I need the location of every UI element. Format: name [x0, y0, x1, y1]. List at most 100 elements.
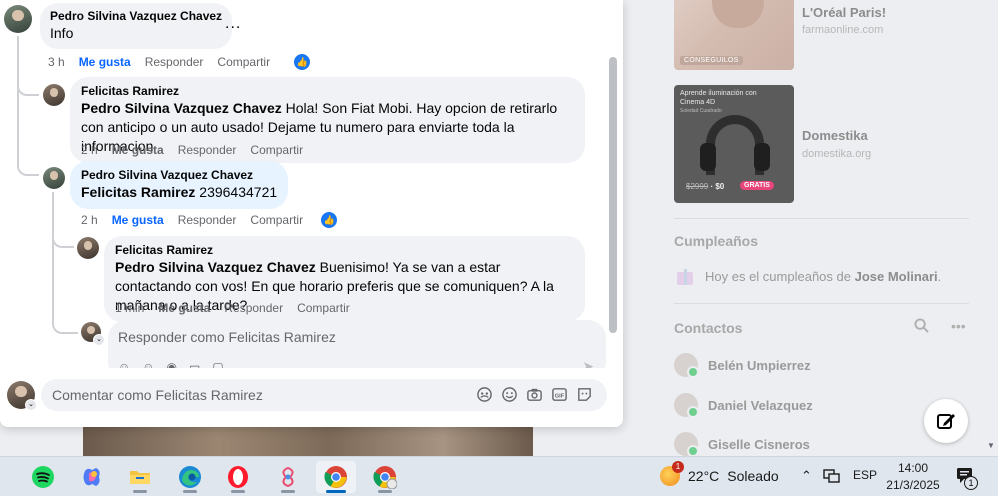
comment-author[interactable]: Felicitas Ramirez: [115, 243, 574, 257]
like-button[interactable]: Me gusta: [112, 213, 164, 227]
camera-icon[interactable]: ◉: [167, 360, 177, 368]
emoji-icon[interactable]: [501, 386, 518, 403]
right-sidebar: CONSEGUILOS L'Oréal Paris! farmaonline.c…: [656, 0, 998, 457]
comment-options-button[interactable]: ...: [225, 15, 241, 33]
avatar-sticker-icon[interactable]: [476, 386, 493, 403]
new-message-button[interactable]: [924, 399, 968, 443]
chevron-down-icon[interactable]: ⌄: [25, 399, 37, 411]
mention-link[interactable]: Felicitas Ramirez: [81, 184, 195, 200]
gif-icon[interactable]: ▭: [189, 360, 200, 368]
scroll-down-arrow[interactable]: ▼: [987, 441, 995, 450]
avatar[interactable]: [4, 5, 32, 33]
sticker-icon[interactable]: [576, 386, 593, 403]
share-button[interactable]: Compartir: [250, 143, 303, 157]
ad-image-domestika[interactable]: Aprende iluminación con Cinema 4D Soleda…: [674, 85, 794, 203]
taskbar-mirage-app[interactable]: [268, 461, 308, 493]
comment-input[interactable]: Comentar como Felicitas Ramirez GIF: [41, 379, 607, 411]
reply-button[interactable]: Responder: [178, 213, 237, 227]
comment-time[interactable]: 2 h: [81, 143, 98, 157]
taskbar-opera[interactable]: [218, 461, 258, 493]
post-photo: [83, 426, 533, 456]
reply-input[interactable]: Responder como Felicitas Ramirez ☺ ☺ ◉ ▭…: [108, 320, 606, 368]
share-button[interactable]: Compartir: [250, 213, 303, 227]
like-button[interactable]: Me gusta: [79, 55, 131, 69]
notifications-count: 1: [964, 476, 978, 490]
mention-link[interactable]: Pedro Silvina Vazquez Chavez: [81, 100, 282, 116]
reply-button[interactable]: Responder: [178, 143, 237, 157]
comment-author[interactable]: Pedro Silvina Vazquez Chavez: [81, 168, 277, 182]
chrome-profile-icon: [373, 466, 397, 489]
weather-temp: 22°C: [688, 468, 720, 484]
chevron-down-icon[interactable]: ⌄: [93, 334, 105, 346]
ad-title-domestika[interactable]: Domestika: [802, 128, 868, 143]
ad-domain-loreal: farmaonline.com: [802, 24, 884, 36]
comment-composer: ⌄ Comentar como Felicitas Ramirez GIF: [0, 368, 623, 427]
sun-icon: 1: [660, 461, 684, 486]
birthday-name: Jose Molinari: [854, 268, 938, 284]
emoji-icon[interactable]: ☺: [142, 360, 154, 368]
taskbar-edge[interactable]: [170, 461, 210, 493]
search-icon[interactable]: [914, 318, 929, 336]
network-icon[interactable]: [823, 469, 841, 483]
like-reaction-icon[interactable]: 👍: [294, 54, 311, 70]
contacts-title: Contactos: [674, 320, 743, 336]
more-options-icon[interactable]: •••: [951, 318, 966, 336]
copilot-icon: [83, 468, 100, 486]
reply-button[interactable]: Responder: [145, 55, 204, 69]
comment-time[interactable]: 1 min: [115, 301, 144, 315]
avatar[interactable]: [77, 237, 99, 259]
comment-author[interactable]: Pedro Silvina Vazquez Chavez: [50, 9, 222, 23]
contact-item[interactable]: Daniel Velazquez: [674, 393, 813, 418]
gif-icon[interactable]: GIF: [551, 386, 568, 403]
taskbar-chrome-profile[interactable]: [365, 461, 405, 493]
weather-widget[interactable]: 1 22°C Soleado: [660, 461, 779, 486]
comments-list: Pedro Silvina Vazquez Chavez Info ... 3 …: [0, 0, 623, 368]
taskbar-file-explorer[interactable]: [120, 461, 160, 493]
share-button[interactable]: Compartir: [297, 301, 350, 315]
ad-image-loreal[interactable]: CONSEGUILOS: [674, 0, 794, 70]
spotify-icon: [32, 466, 54, 488]
comment-placeholder: Comentar como Felicitas Ramirez: [52, 387, 263, 403]
reply-placeholder: Responder como Felicitas Ramirez: [118, 329, 336, 345]
reply-button[interactable]: Responder: [224, 301, 283, 315]
taskbar-chrome[interactable]: [316, 461, 356, 493]
like-button[interactable]: Me gusta: [158, 301, 210, 315]
avatar: [674, 393, 699, 418]
send-icon[interactable]: ➤: [582, 358, 594, 368]
ad-price: $2999 · $0: [686, 182, 725, 191]
comment-actions: 2 h Me gusta Responder Compartir 👍: [81, 212, 338, 228]
avatar-sticker-icon[interactable]: ☺: [118, 360, 130, 368]
share-button[interactable]: Compartir: [217, 55, 270, 69]
comment-author[interactable]: Felicitas Ramirez: [81, 84, 574, 98]
comment-time[interactable]: 3 h: [48, 55, 65, 69]
scrollbar-thumb[interactable]: [609, 57, 617, 333]
comment-bubble-highlighted: Pedro Silvina Vazquez Chavez Felicitas R…: [70, 161, 289, 209]
comment-text: 2396434721: [195, 184, 278, 200]
sticker-icon[interactable]: ▢: [212, 360, 223, 368]
chevron-up-icon[interactable]: ⌃: [801, 468, 812, 484]
like-reaction-icon[interactable]: 👍: [321, 212, 338, 228]
contact-item[interactable]: Belén Umpierrez: [674, 353, 811, 378]
ad-title-loreal[interactable]: L'Oréal Paris!: [802, 5, 886, 20]
camera-icon[interactable]: [526, 386, 543, 403]
taskbar-copilot[interactable]: [72, 461, 112, 493]
ad-free-badge: GRATIS: [740, 181, 774, 190]
comments-panel: Pedro Silvina Vazquez Chavez Info ... 3 …: [0, 0, 623, 427]
contact-item[interactable]: Giselle Cisneros: [674, 432, 810, 457]
avatar[interactable]: [43, 84, 65, 106]
divider: [674, 218, 969, 219]
mention-link[interactable]: Pedro Silvina Vazquez Chavez: [115, 259, 316, 275]
clock-date: 21/3/2025: [886, 478, 940, 492]
taskbar-spotify[interactable]: [23, 461, 63, 493]
thread-line: [17, 36, 39, 96]
birthday-row[interactable]: Hoy es el cumpleaños de Jose Molinari.: [674, 266, 941, 286]
contacts-tools: •••: [914, 318, 966, 336]
ad-image-tag: CONSEGUILOS: [680, 56, 743, 65]
clock[interactable]: 14:00 21/3/2025: [880, 460, 946, 494]
avatar[interactable]: [43, 167, 65, 189]
ad-model-image: [712, 0, 764, 28]
like-button[interactable]: Me gusta: [112, 143, 164, 157]
notifications-button[interactable]: 1: [956, 466, 978, 490]
comment-time[interactable]: 2 h: [81, 213, 98, 227]
language-indicator[interactable]: ESP: [853, 468, 877, 482]
